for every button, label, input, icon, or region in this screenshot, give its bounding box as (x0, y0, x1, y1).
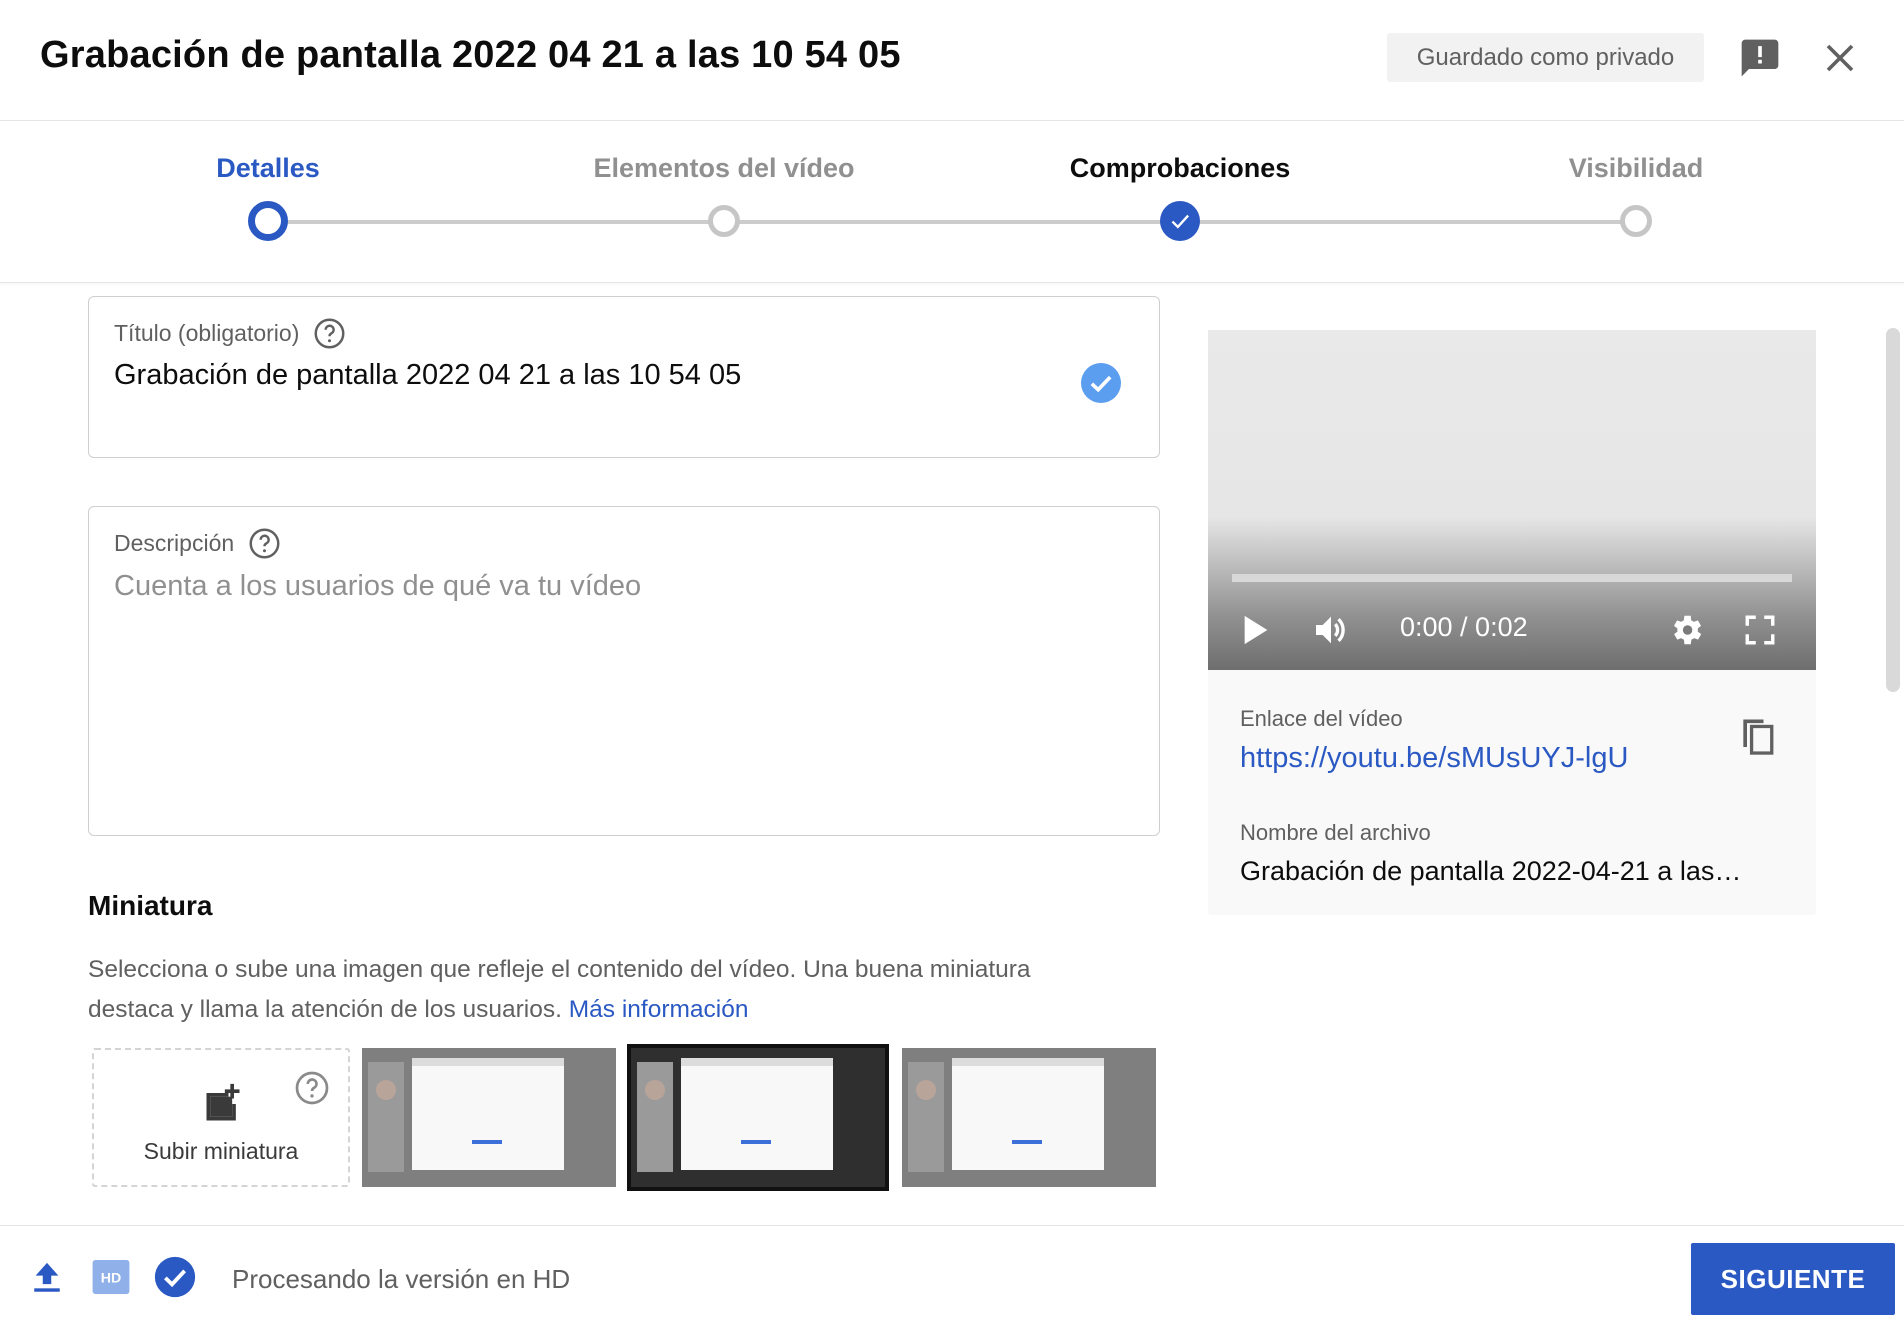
step-label: Elementos del vídeo (593, 153, 855, 183)
video-link[interactable]: https://youtu.be/sMUsUYJ-lgU (1240, 742, 1628, 775)
thumbnail-preview-image (908, 1062, 944, 1172)
fullscreen-button[interactable] (1738, 610, 1782, 650)
dialog-title: Grabación de pantalla 2022 04 21 a las 1… (40, 34, 901, 76)
filename-label: Nombre del archivo (1240, 820, 1431, 845)
hd-badge-text: HD (101, 1271, 121, 1287)
scrollbar[interactable] (1886, 328, 1900, 692)
video-progress-bar[interactable] (1232, 574, 1792, 582)
stepper-track (268, 220, 1636, 224)
upload-thumbnail-button[interactable]: Subir miniatura (92, 1048, 350, 1187)
upload-thumbnail-label: Subir miniatura (143, 1138, 299, 1164)
copy-icon (1743, 719, 1774, 755)
thumbnail-preview-image (952, 1058, 1104, 1170)
title-input[interactable]: Grabación de pantalla 2022 04 21 a las 1… (114, 359, 741, 392)
feedback-button[interactable] (1735, 33, 1785, 83)
thumbnail-description: Selecciona o sube una imagen que refleje… (88, 950, 1098, 1030)
title-field-label: Título (obligatorio) (114, 317, 346, 350)
add-image-icon (206, 1083, 240, 1121)
thumbnail-preview-image (916, 1080, 936, 1100)
thumbnail-preview-image (376, 1080, 396, 1100)
step-label: Comprobaciones (1069, 153, 1291, 183)
video-preview-card: 0:00 / 0:02 Enlace del vídeo https://you… (1208, 330, 1816, 915)
thumbnail-preview-image (645, 1080, 665, 1100)
description-input[interactable]: Cuenta a los usuarios de qué va tu vídeo (114, 570, 641, 603)
dialog-header: Grabación de pantalla 2022 04 21 a las 1… (0, 0, 1904, 121)
video-link-label: Enlace del vídeo (1240, 706, 1403, 731)
copy-link-button[interactable] (1734, 710, 1782, 762)
description-field[interactable]: Descripción Cuenta a los usuarios de qué… (88, 506, 1160, 836)
step-pending-indicator (1620, 205, 1652, 237)
close-button[interactable] (1815, 33, 1865, 83)
checks-status-button[interactable] (154, 1256, 196, 1298)
thumbnail-description-text: Selecciona o sube una imagen que refleje… (88, 956, 1031, 1023)
play-button[interactable] (1236, 610, 1276, 650)
description-field-label: Descripción (114, 527, 281, 560)
upload-icon (34, 1262, 60, 1292)
video-player[interactable]: 0:00 / 0:02 (1208, 330, 1816, 670)
upload-stepper: Detalles Elementos del vídeo Comprobacio… (0, 121, 1904, 283)
fullscreen-icon (1745, 615, 1775, 645)
help-icon[interactable] (313, 317, 346, 350)
feedback-icon (1741, 39, 1779, 77)
thumbnail-preview-image (412, 1058, 564, 1170)
thumbnail-option[interactable] (902, 1048, 1156, 1187)
thumbnail-option-selected[interactable] (627, 1044, 889, 1191)
thumbnail-preview-image (637, 1062, 673, 1172)
play-icon (1244, 615, 1268, 645)
settings-button[interactable] (1664, 610, 1708, 650)
step-pending-indicator (708, 205, 740, 237)
help-icon[interactable] (248, 527, 281, 560)
saved-status-badge: Guardado como privado (1387, 33, 1704, 82)
title-label-text: Título (obligatorio) (114, 320, 300, 346)
thumbnail-preview-image (681, 1058, 833, 1170)
title-field[interactable]: Título (obligatorio) Grabación de pantal… (88, 296, 1160, 458)
upload-status-button[interactable] (26, 1256, 68, 1298)
dialog-footer: HD Procesando la versión en HD SIGUIENTE (0, 1225, 1904, 1326)
close-icon (1826, 44, 1854, 72)
thumbnail-heading: Miniatura (88, 890, 213, 921)
step-active-indicator (248, 201, 288, 241)
gear-icon (1673, 615, 1702, 645)
hd-icon: HD (92, 1260, 130, 1294)
valid-check-icon (1081, 363, 1121, 403)
next-button[interactable]: SIGUIENTE (1691, 1243, 1895, 1315)
processing-status: Procesando la versión en HD (232, 1264, 571, 1294)
check-icon (1171, 214, 1190, 229)
volume-icon (1316, 616, 1345, 644)
volume-button[interactable] (1306, 610, 1356, 650)
learn-more-link[interactable]: Más información (569, 996, 749, 1023)
step-done-indicator (1160, 201, 1200, 241)
help-icon[interactable] (294, 1070, 330, 1106)
thumbnail-option[interactable] (362, 1048, 616, 1187)
filename-value: Grabación de pantalla 2022-04-21 a las… (1240, 856, 1742, 886)
description-label-text: Descripción (114, 530, 235, 556)
step-label: Visibilidad (1568, 153, 1704, 183)
thumbnail-preview-image (368, 1062, 404, 1172)
hd-status-button[interactable]: HD (90, 1256, 132, 1298)
step-label: Detalles (216, 153, 320, 183)
check-circle-icon (154, 1256, 196, 1298)
video-time: 0:00 / 0:02 (1400, 612, 1528, 642)
